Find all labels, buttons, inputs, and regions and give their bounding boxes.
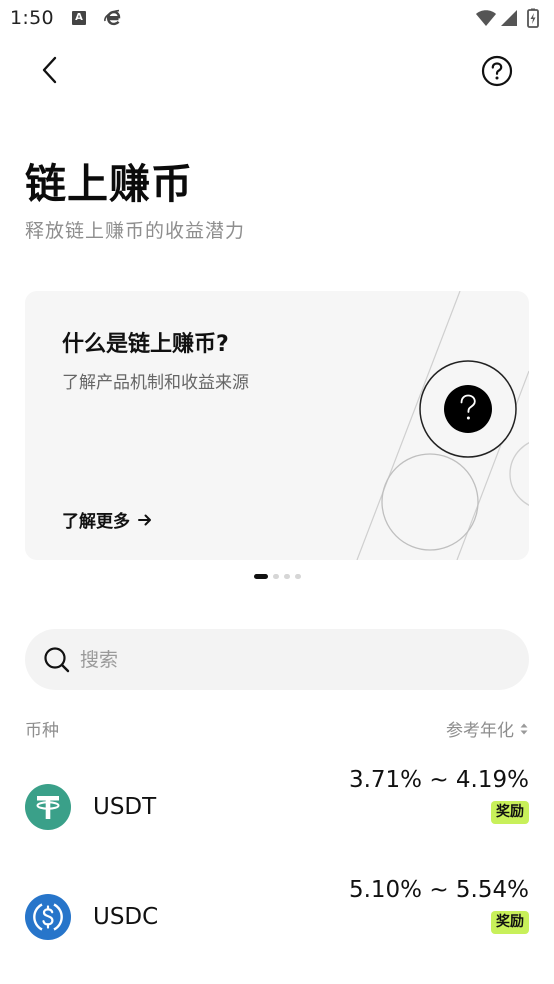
pagination-dot[interactable]	[273, 574, 279, 579]
banner-title: 什么是链上赚币?	[62, 332, 229, 357]
status-time: 1:50	[10, 7, 54, 29]
arrow-right-icon	[138, 513, 152, 527]
wifi-icon	[476, 10, 496, 26]
sort-by-apr-button[interactable]: 参考年化	[446, 716, 529, 741]
learn-more-link[interactable]: 了解更多	[62, 507, 152, 532]
coin-name: USDC	[93, 904, 159, 930]
page-title: 链上赚币	[25, 160, 193, 208]
search-input[interactable]	[80, 629, 500, 690]
pagination-dot-active[interactable]	[254, 574, 268, 579]
pagination-dot[interactable]	[284, 574, 290, 579]
info-banner-card[interactable]: 什么是链上赚币? 了解产品机制和收益来源 了解更多	[25, 291, 529, 560]
search-box[interactable]	[25, 629, 529, 690]
learn-more-label: 了解更多	[62, 512, 130, 532]
coin-name: USDT	[93, 794, 157, 820]
signal-icon	[501, 10, 517, 26]
coin-row-usdc[interactable]: USDC 5.10% ~ 5.54% 奖励	[25, 877, 529, 974]
page-subtitle: 释放链上赚币的收益潜力	[25, 220, 246, 242]
status-bar: 1:50 A	[0, 0, 554, 36]
coin-apr: 3.71% ~ 4.19%	[348, 767, 529, 793]
column-header-coin: 币种	[25, 721, 59, 741]
sort-icon	[519, 721, 529, 737]
e-app-icon	[103, 8, 123, 28]
battery-charging-icon	[527, 8, 539, 28]
chevron-left-icon	[40, 55, 60, 85]
question-circle-icon	[481, 55, 513, 87]
coin-row-usdt[interactable]: USDT 3.71% ~ 4.19% 奖励	[25, 767, 529, 864]
reward-badge: 奖励	[491, 911, 529, 934]
banner-pagination	[254, 574, 301, 579]
banner-subtitle: 了解产品机制和收益来源	[62, 373, 249, 393]
status-icons	[474, 8, 544, 28]
usdc-icon	[25, 894, 71, 940]
search-icon	[43, 646, 71, 674]
tether-icon	[25, 784, 71, 830]
reward-badge: 奖励	[491, 801, 529, 824]
back-button[interactable]	[34, 54, 66, 86]
column-header-apr: 参考年化	[446, 721, 514, 741]
help-button[interactable]	[481, 55, 513, 87]
a-app-icon: A	[72, 11, 86, 25]
pagination-dot[interactable]	[295, 574, 301, 579]
coin-apr: 5.10% ~ 5.54%	[348, 877, 529, 903]
